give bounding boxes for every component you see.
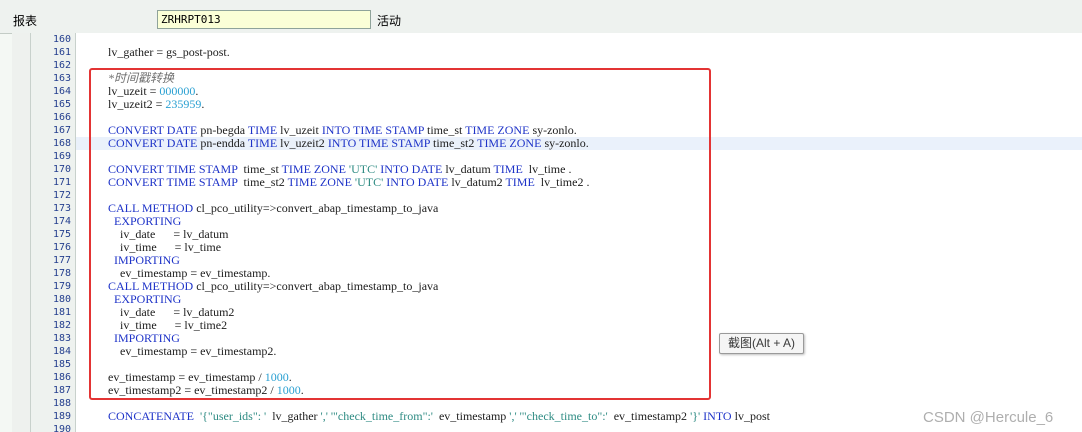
code-token: ',' (320, 409, 328, 423)
line-number: 170 (52, 164, 71, 175)
line-number-gutter: 160 161 162 163 164 165 166 167 168 169 170 171 172 1… (31, 33, 76, 432)
line-number: 163 (52, 73, 71, 84)
screenshot-tooltip: 截图(Alt + A) (719, 333, 804, 354)
program-header-bar: 报表 ZRHRPT013 活动 (0, 0, 1082, 34)
line-number: 187 (52, 385, 71, 396)
line-number: 181 (52, 307, 71, 318)
program-status: 活动 (377, 14, 402, 28)
line-number: 185 (52, 359, 71, 370)
code-token: INTO (703, 409, 732, 423)
line-number: 189 (52, 411, 71, 422)
program-label: 报表 (13, 14, 38, 28)
line-number: 177 (52, 255, 71, 266)
line-number: 167 (52, 125, 71, 136)
selection-highlight-box (89, 68, 711, 400)
line-number: 190 (52, 424, 71, 432)
line-number: 188 (52, 398, 71, 409)
line-number: 179 (52, 281, 71, 292)
code-token: '"check_time_to":' (519, 409, 608, 423)
line-number: 172 (52, 190, 71, 201)
code-token: lv_gather (266, 409, 321, 423)
line-number: 175 (52, 229, 71, 240)
code-token: ',' (509, 409, 517, 423)
line-number: 162 (52, 60, 71, 71)
code-line[interactable]: lv_gather = gs_post-post. (108, 46, 230, 59)
line-number: 182 (52, 320, 71, 331)
line-number: 161 (52, 47, 71, 58)
code-token: CONCATENATE (108, 409, 194, 423)
code-token: '{"user_ids": ' (200, 409, 267, 423)
line-number: 165 (52, 99, 71, 110)
line-number: 174 (52, 216, 71, 227)
line-number: 166 (52, 112, 71, 123)
line-number: 178 (52, 268, 71, 279)
code-line[interactable]: CONCATENATE '{"user_ids": ' lv_gather ',… (108, 410, 770, 423)
editor-left-strip (12, 33, 31, 432)
line-number: 186 (52, 372, 71, 383)
line-number: 160 (52, 34, 71, 45)
line-number: 171 (52, 177, 71, 188)
line-number: 184 (52, 346, 71, 357)
watermark: CSDN @Hercule_6 (923, 409, 1054, 426)
line-number: 173 (52, 203, 71, 214)
code-token: lv_gather = gs_post-post. (108, 45, 230, 59)
line-number: 180 (52, 294, 71, 305)
code-token: lv_post (731, 409, 770, 423)
program-name-field[interactable]: ZRHRPT013 (157, 10, 371, 29)
code-token: '"check_time_from":' (330, 409, 433, 423)
line-number: 164 (52, 86, 71, 97)
code-token: ev_timestamp2 (607, 409, 691, 423)
line-number: 176 (52, 242, 71, 253)
code-token: ev_timestamp (432, 409, 510, 423)
line-number: 183 (52, 333, 71, 344)
line-number: 168 (52, 138, 71, 149)
line-number: 169 (52, 151, 71, 162)
code-token: '}' (690, 409, 701, 423)
